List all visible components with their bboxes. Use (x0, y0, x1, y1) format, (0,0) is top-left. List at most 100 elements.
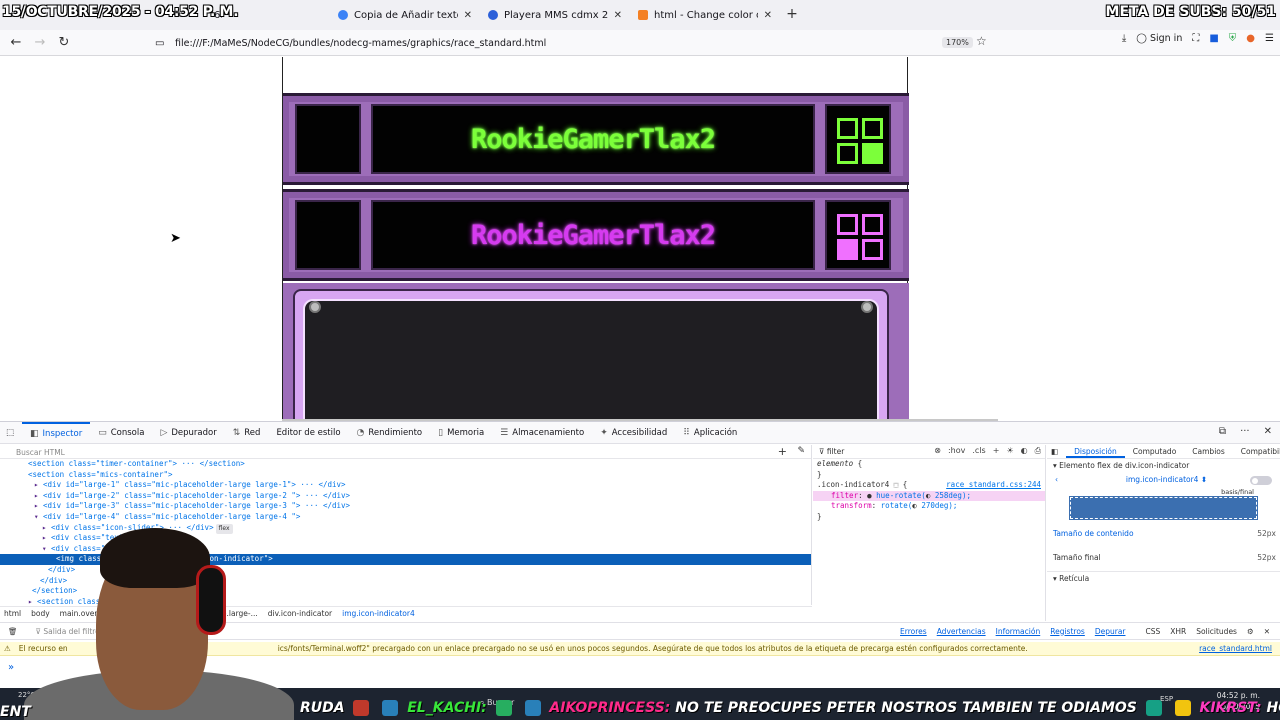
menu-icon[interactable]: ☰ (1265, 33, 1274, 44)
console-icon: ▭ (98, 427, 107, 438)
extension-icon[interactable]: ⛶ (1192, 33, 1199, 44)
markup-text: <div id="large-3" class="mic-placeholder… (43, 501, 351, 511)
tab-2[interactable]: Copia de Añadir texto - 900 × 1 ✕ (330, 0, 480, 30)
chat-message: HOLA (1266, 700, 1280, 716)
add-node-icon[interactable]: + (778, 445, 787, 458)
filter-xhr[interactable]: XHR (1170, 627, 1186, 636)
markup-line[interactable]: ▸ <div id="large-3" class="mic-placehold… (0, 501, 811, 512)
tab-changes[interactable]: Cambios (1184, 445, 1232, 458)
back-arrow-icon[interactable]: ← (4, 31, 28, 55)
css-declaration[interactable]: transform: rotate(◐ 270deg); (813, 501, 1045, 512)
tab-performance[interactable]: ◔ Rendimiento (349, 422, 431, 444)
tab-storage[interactable]: ☰ Almacenamiento (492, 422, 592, 444)
filter-debug[interactable]: Depurar (1095, 627, 1126, 636)
reload-icon[interactable]: ↻ (52, 31, 76, 55)
filter-css[interactable]: CSS (1146, 627, 1161, 636)
flex-element-header[interactable]: ▾ Elemento flex de div.icon-indicator (1047, 459, 1280, 473)
grid-section-header[interactable]: ▾ Retícula (1047, 571, 1280, 585)
tab-network[interactable]: ⇅ Red (225, 422, 269, 444)
close-icon[interactable]: ✕ (614, 10, 622, 21)
dark-mode-icon[interactable]: ◐ (1021, 446, 1028, 456)
tab-style-editor[interactable]: Editor de estilo (268, 422, 348, 444)
chat-username: KIKRST: (1199, 700, 1262, 716)
close-icon[interactable]: ✕ (764, 10, 772, 21)
breadcrumb-item[interactable]: img.icon-indicator4 (342, 609, 415, 618)
tab-4-label: html - Change color of PNG ima (654, 9, 758, 21)
css-file-link[interactable]: race_standard.css:244 (946, 480, 1041, 491)
light-mode-icon[interactable]: ☀ (1006, 446, 1013, 456)
cls-toggle[interactable]: .cls (972, 446, 985, 456)
hov-toggle[interactable]: :hov (948, 446, 965, 456)
sign-in-button[interactable]: ◯ Sign in (1136, 33, 1182, 44)
markup-text: <div id="large-1" class="mic-placeholder… (43, 480, 346, 490)
close-icon[interactable]: ✕ (1264, 627, 1270, 636)
tab-4[interactable]: html - Change color of PNG ima ✕ (630, 0, 780, 30)
panel-toggle-icon[interactable]: ◧ (1047, 445, 1066, 458)
file-page-icon: ▭ (155, 37, 165, 49)
address-bar[interactable]: ▭ file:///F:/MaMeS/NodeCG/bundles/nodecg… (155, 32, 995, 54)
player-name: RookieGamerTlax2 (470, 219, 716, 251)
more-icon[interactable]: ··· (1240, 426, 1250, 437)
final-size-row: Tamaño final 52px (1047, 551, 1280, 565)
markup-line[interactable]: <section class="mics-container"> (0, 470, 811, 481)
tab-console[interactable]: ▭ Consola (90, 422, 152, 444)
ticker-fragment: RUDA (300, 700, 345, 716)
emote-icon (524, 700, 541, 716)
forward-arrow-icon[interactable]: → (28, 31, 52, 55)
filter-requests[interactable]: Solicitudes (1196, 627, 1237, 636)
indicator-box (825, 104, 891, 174)
tab-debugger[interactable]: ▷ Depurador (152, 422, 224, 444)
markup-line[interactable]: ▸ <div id="large-1" class="mic-placehold… (0, 480, 811, 491)
filter-errors[interactable]: Errores (900, 627, 927, 636)
close-icon[interactable]: ✕ (1264, 426, 1272, 437)
new-tab-button[interactable]: + (782, 6, 802, 22)
markup-line[interactable]: ▸ <div id="large-2" class="mic-placehold… (0, 491, 811, 502)
filter-placeholder: filter (826, 447, 845, 456)
html-search-input[interactable]: Buscar HTML + ✎ (0, 445, 811, 459)
ticker-left-fragment: ENT (0, 704, 31, 720)
flex-item-selector[interactable]: ‹ img.icon-indicator4 ⬍ (1047, 473, 1280, 487)
tab-3-label: Playera MMS cdmx 25 - Camise (504, 9, 608, 21)
flex-item-diagram (1069, 496, 1258, 520)
dock-icon[interactable]: ⧉ (1219, 426, 1226, 437)
warning-source-link[interactable]: race_standard.html (1199, 644, 1272, 653)
filter-warnings[interactable]: Advertencias (937, 627, 986, 636)
filter-logs[interactable]: Registros (1050, 627, 1085, 636)
element-picker-icon[interactable]: ⬚ (0, 422, 22, 444)
tab-compatibility[interactable]: Compatibili (1233, 445, 1280, 458)
chevron-left-icon[interactable]: ‹ (1055, 473, 1058, 487)
tab-inspector[interactable]: ◧ Inspector (22, 421, 91, 444)
css-property: filter (831, 490, 859, 500)
bitwarden-icon[interactable]: ■ (1209, 33, 1218, 44)
page-viewport: RookieGamerTlax2 RookieGamerTlax2 ➤ (0, 57, 1280, 421)
rule-line: } (817, 469, 822, 479)
markup-line[interactable]: <section class="timer-container"> ··· </… (0, 459, 811, 470)
close-icon[interactable]: ✕ (464, 10, 472, 21)
clear-icon[interactable]: ⊗ (934, 446, 941, 456)
rules-filter-input[interactable]: ⊽ filter ⊗ :hov .cls + ☀ ◐ ⎙ (813, 445, 1045, 459)
bookmark-star-icon[interactable]: ☆ (976, 34, 987, 48)
eyedropper-icon[interactable]: ✎ (797, 446, 805, 456)
performance-icon: ◔ (356, 427, 365, 438)
zoom-indicator[interactable]: 170% (942, 37, 973, 48)
tab-3[interactable]: Playera MMS cdmx 25 - Camise ✕ (480, 0, 630, 30)
download-icon[interactable]: ⤓ (1122, 33, 1126, 44)
name-box: RookieGamerTlax2 (371, 104, 815, 174)
tab-memory[interactable]: ▯ Memoria (430, 422, 492, 444)
add-rule-icon[interactable]: + (993, 446, 1000, 456)
tab-layout[interactable]: Disposición (1066, 445, 1125, 458)
highlight-toggle[interactable] (1250, 476, 1272, 485)
flex-element-label: Elemento flex de div.icon-indicator (1059, 461, 1190, 470)
tab-application[interactable]: ⠿ Aplicación (675, 422, 745, 444)
grid-indicator-icon (837, 118, 883, 164)
shield-icon[interactable]: ⛨ (1229, 33, 1237, 44)
print-icon[interactable]: ⎙ (1035, 446, 1041, 456)
tab-computed[interactable]: Computado (1125, 445, 1185, 458)
rule-selector-line[interactable]: .icon-indicator4 ⬚ { race_standard.css:2… (813, 480, 1045, 491)
layout-panel: ◧ Disposición Computado Cambios Compatib… (1047, 445, 1280, 621)
tab-accessibility[interactable]: ✦ Accesibilidad (592, 422, 675, 444)
css-declaration[interactable]: filter: ● hue-rotate(◐ 258deg); (813, 490, 1045, 501)
settings-gear-icon[interactable]: ⚙ (1247, 627, 1254, 636)
color-picker-icon[interactable]: ● (1246, 33, 1255, 44)
filter-info[interactable]: Información (996, 627, 1041, 636)
